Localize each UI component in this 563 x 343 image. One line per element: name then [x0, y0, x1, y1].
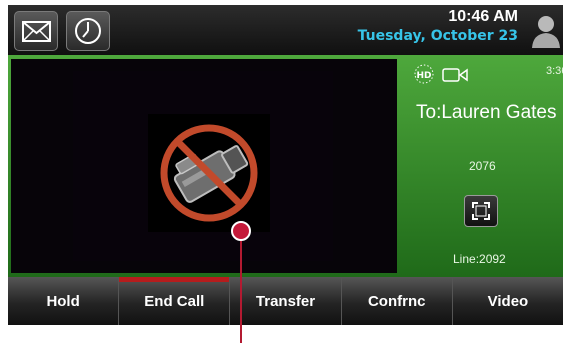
call-info-panel: HD 3:36 To:Lauren Gates 2076 [401, 55, 563, 277]
transfer-button[interactable]: Transfer [230, 277, 342, 325]
user-silhouette-icon[interactable] [529, 11, 563, 49]
line-number: Line:2092 [453, 252, 506, 266]
video-disabled-icon [148, 114, 270, 232]
video-window[interactable] [11, 59, 397, 273]
svg-text:HD: HD [416, 71, 431, 81]
video-button[interactable]: Video [453, 277, 563, 325]
messages-button[interactable] [14, 11, 58, 51]
conference-button[interactable]: Confrnc [342, 277, 453, 325]
phone-screen: 10:46 AM Tuesday, October 23 HD 3:3 To:L… [8, 5, 563, 325]
hd-icon: HD [413, 63, 435, 85]
callout-line [240, 231, 242, 343]
hold-button[interactable]: Hold [8, 277, 120, 325]
status-bar: 10:46 AM Tuesday, October 23 [8, 5, 563, 55]
clock-icon [75, 18, 101, 44]
active-call-panel: HD 3:36 To:Lauren Gates 2076 [8, 55, 563, 277]
envelope-icon [22, 21, 51, 42]
video-camera-icon [442, 67, 468, 83]
fullscreen-icon [472, 202, 490, 220]
softkey-bar: Hold End Call Transfer Confrnc Video [8, 277, 563, 325]
fullscreen-button[interactable] [464, 195, 498, 227]
end-call-button[interactable]: End Call [119, 277, 231, 325]
call-duration: 3:36 [546, 65, 563, 77]
clock-time: 10:46 AM [448, 8, 518, 25]
recent-calls-button[interactable] [66, 11, 110, 51]
callee-name: To:Lauren Gates [416, 102, 557, 123]
callee-number: 2076 [469, 159, 496, 173]
callout-marker [231, 221, 251, 241]
clock-date: Tuesday, October 23 [357, 28, 518, 44]
